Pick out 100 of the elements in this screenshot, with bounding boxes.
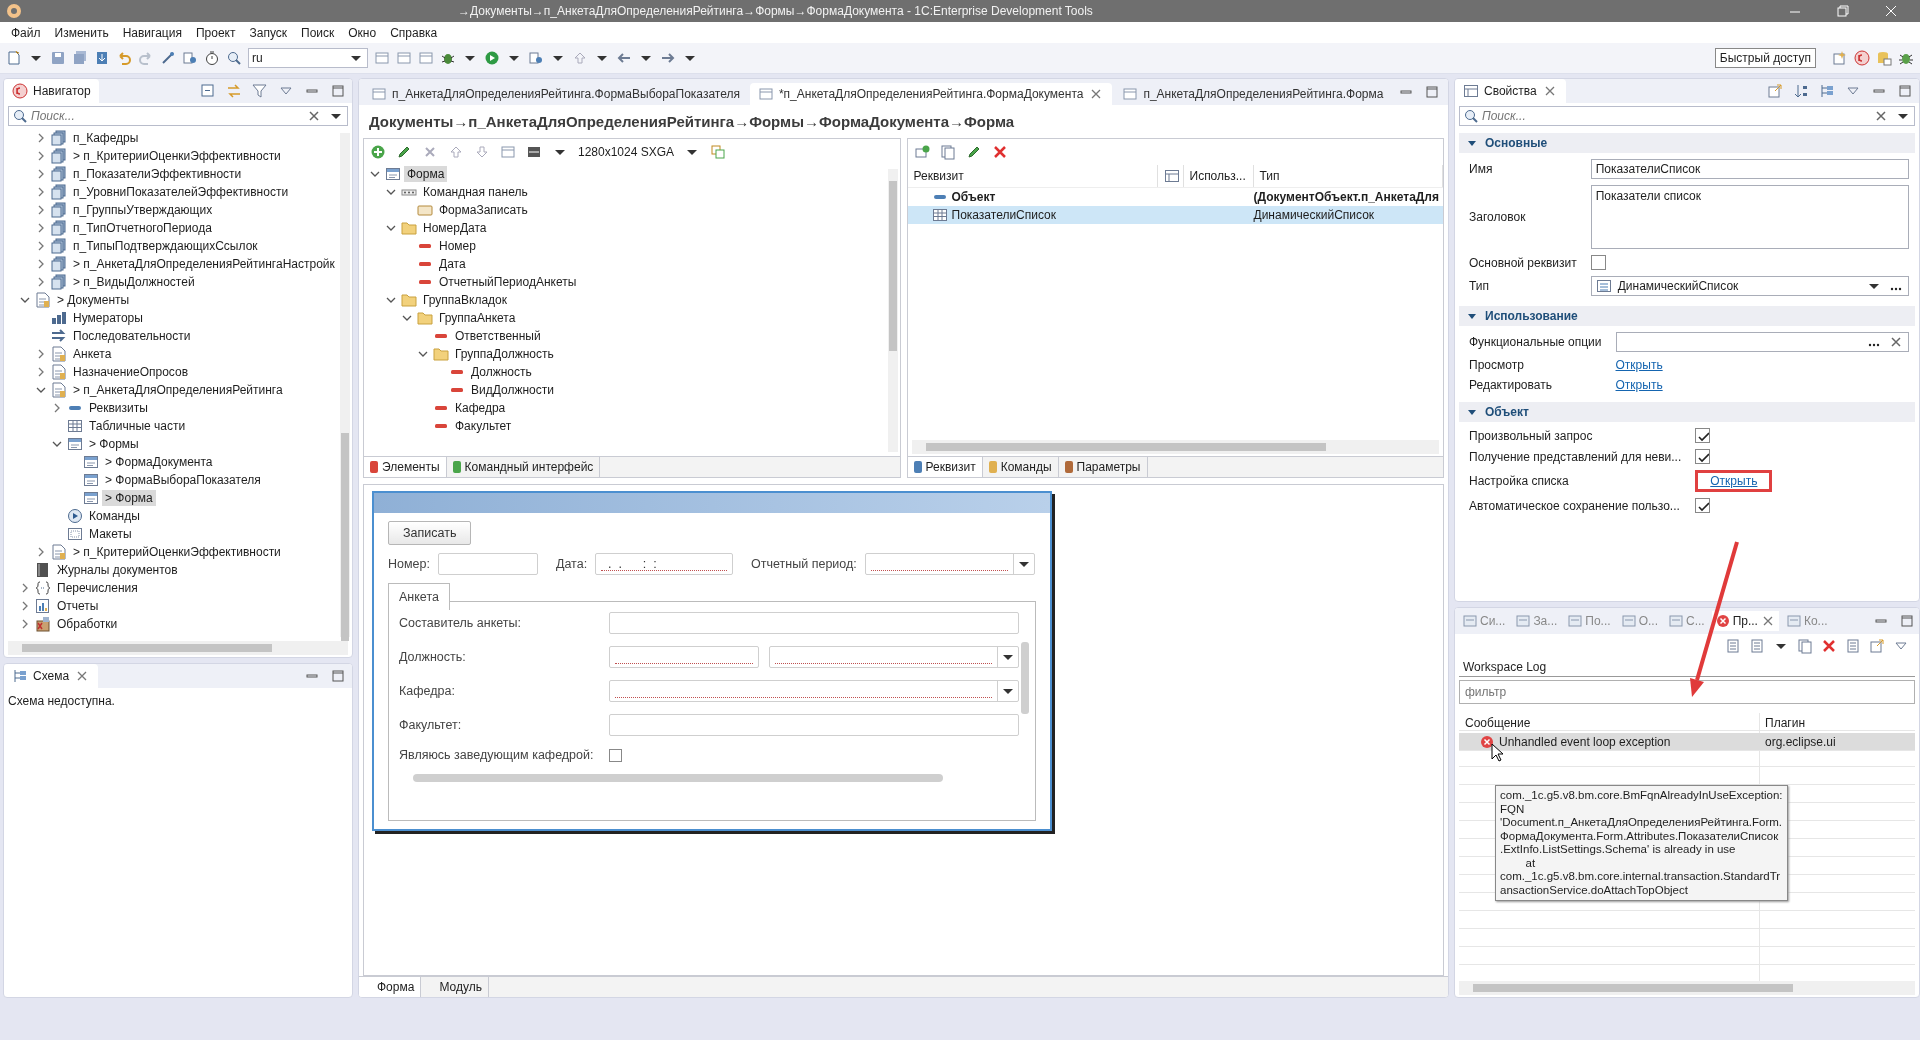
property-label: Тип <box>1469 279 1490 293</box>
tree-item[interactable]: > п_КритерииОценкиЭффективности <box>70 148 284 164</box>
view-tab[interactable]: Реквизит <box>907 457 983 477</box>
tree-item[interactable]: п_ПоказателиЭффективности <box>70 166 245 182</box>
tree-item[interactable]: Реквизиты <box>86 400 151 416</box>
property-label: Редактировать <box>1469 378 1553 392</box>
menu-item[interactable]: Справка <box>383 25 445 40</box>
tree-item[interactable]: Журналы документов <box>54 562 181 578</box>
form-tab[interactable]: Анкета <box>388 583 450 610</box>
tree-item[interactable]: > ФормаВыбораПоказателя <box>102 472 264 488</box>
attribute-name[interactable]: ПоказателиСписок <box>951 208 1057 222</box>
column-header[interactable]: Тип <box>1253 165 1443 187</box>
log-message[interactable]: Unhandled event loop exception <box>1499 734 1671 749</box>
tree-item[interactable]: ГруппаДолжность <box>452 346 557 362</box>
tree-item[interactable]: ГруппаВкладок <box>420 292 511 308</box>
tree-item[interactable]: Факультет <box>452 418 515 434</box>
text-area[interactable]: Показатели список <box>1590 185 1909 249</box>
tree-item[interactable]: ФормаЗаписать <box>436 202 531 218</box>
column-header[interactable]: Реквизит <box>907 165 1158 187</box>
language-combo[interactable]: ru <box>248 48 368 68</box>
tree-item[interactable]: п_УровниПоказателейЭффективности <box>70 184 292 200</box>
open-link[interactable]: Открыть <box>1615 358 1663 372</box>
menu-item[interactable]: Проект <box>188 25 243 40</box>
open-link[interactable]: Открыть <box>1710 474 1758 488</box>
editor-tab[interactable]: п_АнкетаДляОпределенияРейтинга.Форма <box>1114 83 1392 105</box>
filter-field[interactable]: фильтр <box>1459 680 1915 704</box>
type-combo[interactable]: ДинамическийСписок <box>1590 276 1909 296</box>
search-field[interactable]: Поиск... <box>8 106 348 126</box>
tree-item[interactable]: ОтчетныйПериодАнкеты <box>436 274 580 290</box>
tree-item[interactable]: п_Кафедры <box>70 130 142 146</box>
field-label: Номер: <box>388 557 430 571</box>
tree-item[interactable]: Командная панель <box>420 184 531 200</box>
tree-item[interactable]: Кафедра <box>452 400 509 416</box>
resolution-selector[interactable]: 1280x1024 SXGA <box>578 145 675 159</box>
tree-item[interactable]: Последовательности <box>70 328 194 344</box>
tree-item[interactable]: Отчеты <box>54 598 102 614</box>
menu-item[interactable]: Изменить <box>47 25 116 40</box>
attribute-name[interactable]: Объект <box>951 190 996 204</box>
tree-item[interactable]: п_ГруппыУтверждающих <box>70 202 216 218</box>
search-field[interactable]: Поиск... <box>1459 106 1915 126</box>
tree-item[interactable]: НомерДата <box>420 220 490 236</box>
tree-item[interactable]: Ответственный <box>452 328 544 344</box>
menu-item[interactable]: Запуск <box>242 25 294 40</box>
column-header[interactable]: Плагин <box>1759 716 1915 730</box>
view-tab[interactable]: Командный интерфейс <box>446 457 601 477</box>
tree-item[interactable]: > Документы <box>54 292 133 308</box>
editor-tab[interactable]: п_АнкетаДляОпределенияРейтинга.ФормаВыбораПоказателя <box>363 83 748 105</box>
field-label: Являюсь заведующим кафедрой: <box>399 748 595 762</box>
tree-item[interactable]: Обработки <box>54 616 121 632</box>
tree-item[interactable]: > Формы <box>86 436 142 452</box>
view-tab[interactable]: Команды <box>982 457 1059 477</box>
section-header[interactable]: Объект <box>1485 405 1529 419</box>
tree-item[interactable]: Анкета <box>70 346 115 362</box>
tree-item[interactable]: Табличные части <box>86 418 189 434</box>
menu-item[interactable]: Поиск <box>294 25 342 40</box>
view-tab[interactable]: Модуль <box>421 977 489 997</box>
menu-item[interactable]: Навигация <box>115 25 189 40</box>
tree-item[interactable]: > п_АнкетаДляОпределенияРейтингаНастройк <box>70 256 338 272</box>
property-label: Просмотр <box>1469 358 1525 372</box>
view-tab[interactable]: Элементы <box>364 457 447 477</box>
column-header[interactable]: Сообщение <box>1459 716 1759 730</box>
field-label: Отчетный период: <box>751 557 857 571</box>
property-label: Основной реквизит <box>1469 255 1577 270</box>
tree-item[interactable]: Макеты <box>86 526 135 542</box>
status-message: Схема недоступна. <box>7 693 116 710</box>
tree-item[interactable]: Дата <box>436 256 469 272</box>
tree-item[interactable]: > ФормаДокумента <box>102 454 216 470</box>
menu-item[interactable]: Файл <box>4 25 48 40</box>
tree-item[interactable]: Форма <box>404 166 448 182</box>
view-tab[interactable]: Параметры <box>1058 457 1148 477</box>
column-header[interactable]: Использ... <box>1183 165 1254 187</box>
tree-item[interactable]: > п_АнкетаДляОпределенияРейтинга <box>70 382 286 398</box>
property-label: Произвольный запрос <box>1469 428 1594 443</box>
text-field[interactable]: ПоказателиСписок <box>1590 159 1909 179</box>
open-link[interactable]: Открыть <box>1615 378 1663 392</box>
view-tab[interactable]: Форма <box>359 977 422 997</box>
field-label: Факультет: <box>399 718 463 732</box>
tree-item[interactable]: ВидДолжности <box>468 382 557 398</box>
section-header[interactable]: Основные <box>1485 136 1548 150</box>
menu-item[interactable]: Окно <box>341 25 384 40</box>
tree-item[interactable]: Команды <box>86 508 143 524</box>
field-label: Составитель анкеты: <box>399 616 522 630</box>
save-button[interactable]: Записать <box>388 521 472 545</box>
section-header[interactable]: Использование <box>1485 309 1578 323</box>
tree-item[interactable]: Нумераторы <box>70 310 146 326</box>
view-tab[interactable]: Пр... <box>1711 611 1779 631</box>
tree-item[interactable]: НазначениеОпросов <box>70 364 192 380</box>
tree-item[interactable]: п_ТипОтчетногоПериода <box>70 220 215 236</box>
tree-item[interactable]: Перечисления <box>54 580 141 596</box>
quick-access-field[interactable]: Быстрый доступ <box>1714 48 1816 68</box>
editor-tab[interactable]: *п_АнкетаДляОпределенияРейтинга.ФормаДокумента <box>749 83 1113 105</box>
tree-item[interactable]: п_ТипыПодтверждающихСсылок <box>70 238 261 254</box>
tree-item[interactable]: > п_КритерийОценкиЭффективности <box>70 544 284 560</box>
tree-item[interactable]: Должность <box>468 364 535 380</box>
tree-item[interactable]: ГруппаАнкета <box>436 310 519 326</box>
input-field[interactable]: . . : : <box>595 553 734 575</box>
tree-item[interactable]: > п_ВидыДолжностей <box>70 274 198 290</box>
tree-item[interactable]: Номер <box>436 238 479 254</box>
tree-item[interactable]: > Форма <box>102 490 156 506</box>
property-label: Имя <box>1469 162 1494 176</box>
